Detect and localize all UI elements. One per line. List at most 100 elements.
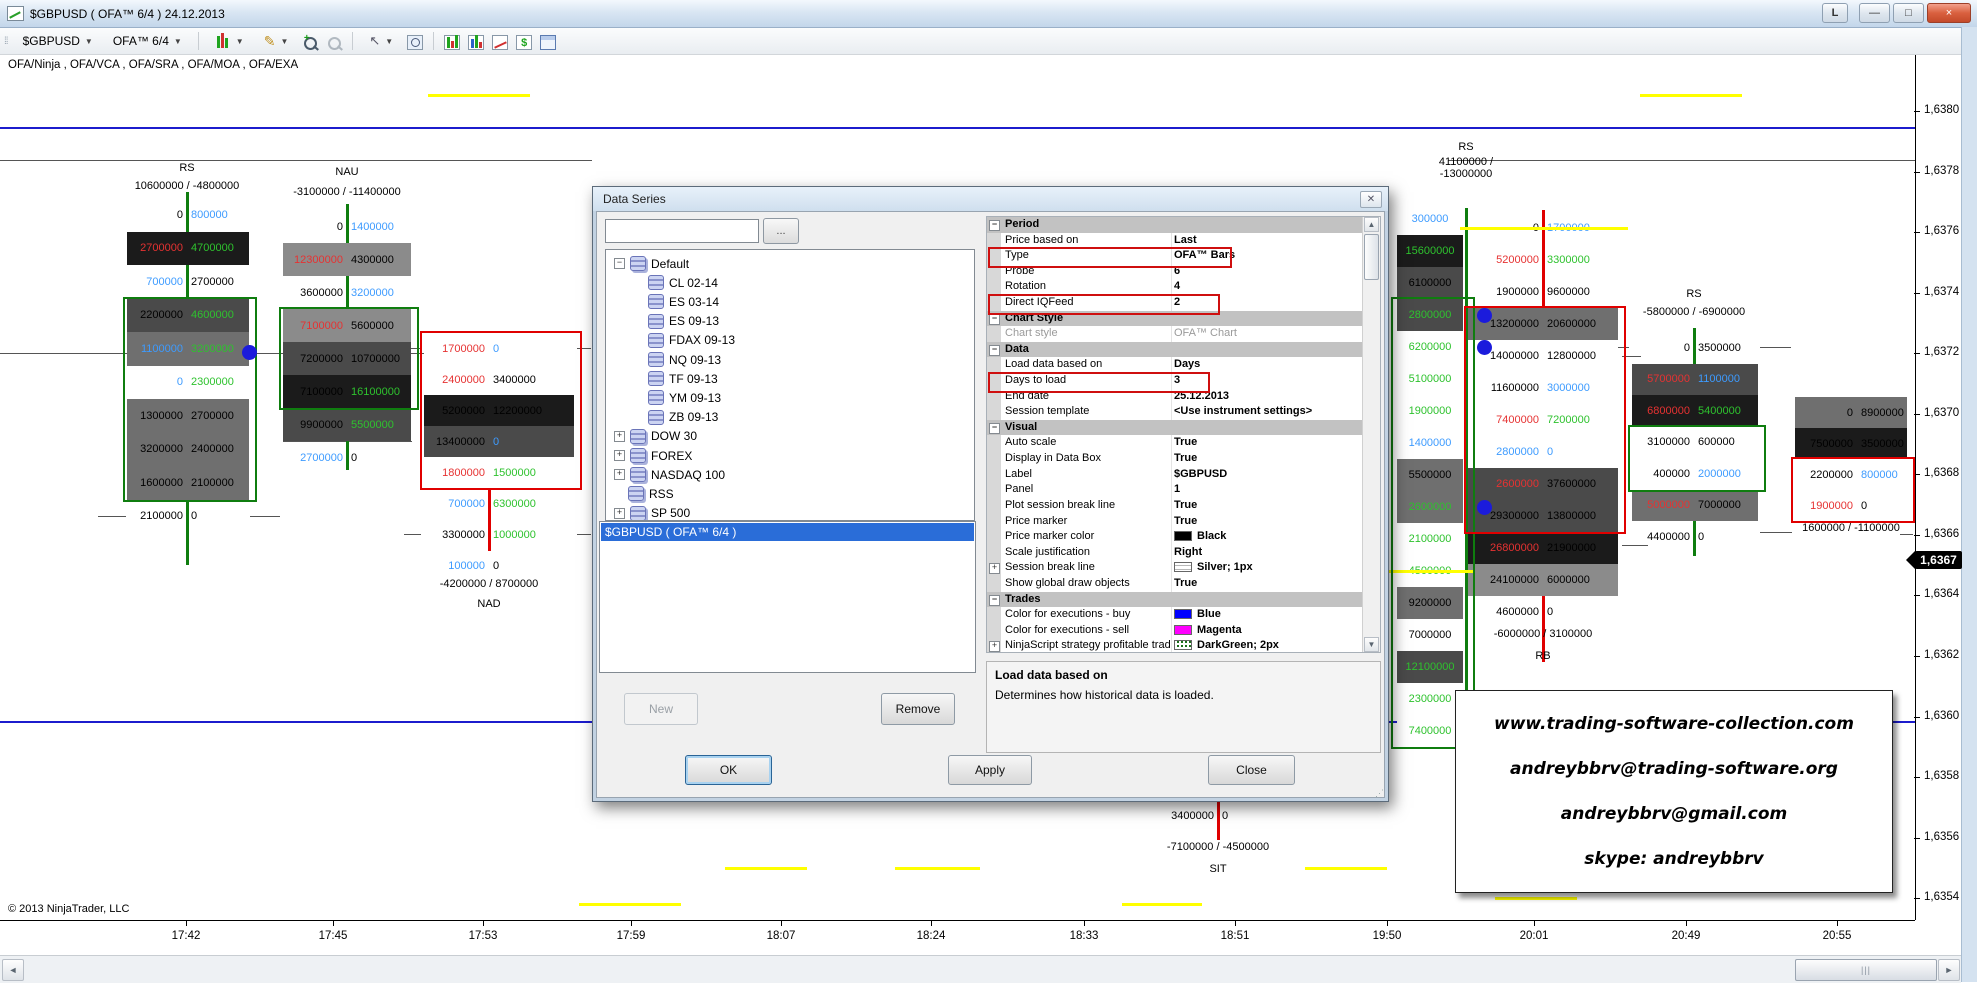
grid-row[interactable]: Display in Data BoxTrue [987,451,1363,468]
maximize-button[interactable]: □ [1893,3,1924,23]
tree-item-fdax-09-13[interactable]: FDAX 09-13 [634,331,735,350]
line-chart-button[interactable] [491,32,509,50]
grid-property-value[interactable]: 2 [1174,296,1180,308]
selected-series-item[interactable]: $GBPUSD ( OFA™ 6/4 ) [601,523,974,541]
collapse-icon[interactable]: − [614,258,625,269]
ok-button[interactable]: OK [685,755,772,785]
grid-property-value[interactable]: True [1174,515,1197,527]
grid-property-value[interactable]: 4 [1174,280,1180,292]
tree-item-tf-09-13[interactable]: TF 09-13 [634,369,718,388]
tree-item-default[interactable]: −Default [614,254,689,273]
close-button[interactable]: × [1927,3,1971,23]
grid-property-value[interactable]: Last [1174,234,1197,246]
chart-style-button[interactable]: ▼ [208,31,251,52]
dialog-close-button[interactable]: ✕ [1360,191,1382,208]
horizontal-scrollbar[interactable]: ◄ ► ||| [0,955,1961,983]
collapse-icon[interactable]: − [989,595,1000,606]
grid-row[interactable]: Scale justificationRight [987,545,1363,562]
grid-property-value[interactable]: True [1174,452,1197,464]
grid-property-value[interactable]: DarkGreen; 2px [1174,639,1279,651]
grid-property-value[interactable]: OFA™ Chart [1174,327,1237,339]
grid-row[interactable]: TypeOFA™ Bars [987,248,1363,265]
grid-row[interactable]: Price marker colorBlack [987,529,1363,546]
grid-category[interactable]: −Period [987,217,1363,234]
cursor-tool-button[interactable]: ↖▼ [362,30,400,52]
collapse-icon[interactable]: − [989,345,1000,356]
grid-property-value[interactable]: Magenta [1174,624,1242,636]
grid-property-value[interactable]: 25.12.2013 [1174,390,1229,402]
grid-row[interactable]: Color for executions - sellMagenta [987,623,1363,640]
new-button[interactable]: New [624,693,698,725]
scrollbar-thumb[interactable]: ||| [1795,959,1937,981]
grid-row[interactable]: Color for executions - buyBlue [987,607,1363,624]
bars-panel-button[interactable] [443,32,461,50]
instrument-filter-input[interactable] [605,219,759,243]
grid-row[interactable]: Show global draw objectsTrue [987,576,1363,593]
tree-item-forex[interactable]: +FOREX [614,446,692,465]
grid-property-value[interactable]: True [1174,499,1197,511]
resize-grip[interactable]: ⋰ [1375,788,1384,799]
grid-scrollbar-thumb[interactable] [1364,234,1379,280]
collapse-icon[interactable]: − [989,220,1000,231]
grid-property-value[interactable]: Blue [1174,608,1221,620]
volume-panel-button[interactable] [467,32,485,50]
draw-tools-button[interactable]: ✎▼ [257,30,296,53]
expand-icon[interactable]: + [614,450,625,461]
zoom-out-button[interactable] [325,32,343,50]
grid-row[interactable]: Direct IQFeed2 [987,295,1363,312]
grid-row[interactable]: Chart styleOFA™ Chart [987,326,1363,343]
expand-icon[interactable]: + [614,431,625,442]
grid-row[interactable]: +NinjaScript strategy profitable tradDar… [987,638,1363,653]
minimize-button[interactable]: — [1859,3,1890,23]
tree-item-cl-02-14[interactable]: CL 02-14 [634,273,718,292]
price-axis[interactable]: 1,63801,63781,63761,63741,63721,63701,63… [1916,55,1962,920]
grid-property-value[interactable]: Silver; 1px [1174,561,1253,573]
expand-icon[interactable]: + [614,469,625,480]
grid-row[interactable]: Plot session break lineTrue [987,498,1363,515]
tree-item-dow-30[interactable]: +DOW 30 [614,427,697,446]
tree-item-nasdaq-100[interactable]: +NASDAQ 100 [614,465,725,484]
grid-row[interactable]: Price markerTrue [987,514,1363,531]
expand-icon[interactable]: + [614,508,625,519]
expand-icon[interactable]: + [989,563,1000,574]
apply-button[interactable]: Apply [948,755,1032,785]
tree-item-sp-500[interactable]: +SP 500 [614,504,690,521]
grid-property-value[interactable]: 3 [1174,374,1180,386]
period-dropdown[interactable]: OFA™ 6/4▼ [106,31,189,51]
grid-category[interactable]: −Data [987,342,1363,359]
grid-row[interactable]: Rotation4 [987,279,1363,296]
scroll-up-arrow[interactable]: ▲ [1364,217,1379,232]
grid-property-value[interactable]: OFA™ Bars [1174,249,1235,261]
data-box-button[interactable] [406,32,424,50]
toolbar-grip[interactable]: ⁞⁞ [4,36,8,47]
remove-button[interactable]: Remove [881,693,955,725]
grid-row[interactable]: Days to load3 [987,373,1363,390]
grid-row[interactable]: Panel1 [987,482,1363,499]
grid-row[interactable]: End date25.12.2013 [987,389,1363,406]
currency-button[interactable]: $ [515,32,533,50]
grid-button[interactable] [539,32,557,50]
series-listbox[interactable]: $GBPUSD ( OFA™ 6/4 ) [599,521,976,673]
grid-category[interactable]: −Trades [987,592,1363,609]
tree-item-nq-09-13[interactable]: NQ 09-13 [634,350,721,369]
tree-item-ym-09-13[interactable]: YM 09-13 [634,388,721,407]
grid-property-value[interactable]: Right [1174,546,1202,558]
property-grid[interactable]: −PeriodPrice based onLastTypeOFA™ BarsPr… [986,216,1381,653]
grid-property-value[interactable]: 1 [1174,483,1180,495]
collapse-icon[interactable]: − [989,314,1000,325]
instrument-tree[interactable]: −DefaultCL 02-14ES 03-14ES 09-13FDAX 09-… [605,249,975,521]
grid-row[interactable]: Label$GBPUSD [987,467,1363,484]
grid-property-value[interactable]: Days [1174,358,1200,370]
expand-icon[interactable]: + [989,641,1000,652]
tree-item-rss[interactable]: RSS [614,484,674,503]
grid-property-value[interactable]: $GBPUSD [1174,468,1227,480]
scroll-right-arrow[interactable]: ► [1938,959,1960,981]
grid-property-value[interactable]: True [1174,436,1197,448]
tree-item-es-09-13[interactable]: ES 09-13 [634,312,719,331]
grid-row[interactable]: Probe6 [987,264,1363,281]
grid-row[interactable]: +Session break lineSilver; 1px [987,560,1363,577]
grid-scrollbar[interactable]: ▲▼ [1362,217,1380,652]
grid-row[interactable]: Load data based onDays [987,357,1363,374]
instrument-dropdown[interactable]: $GBPUSD▼ [16,31,100,51]
grid-property-value[interactable]: True [1174,577,1197,589]
